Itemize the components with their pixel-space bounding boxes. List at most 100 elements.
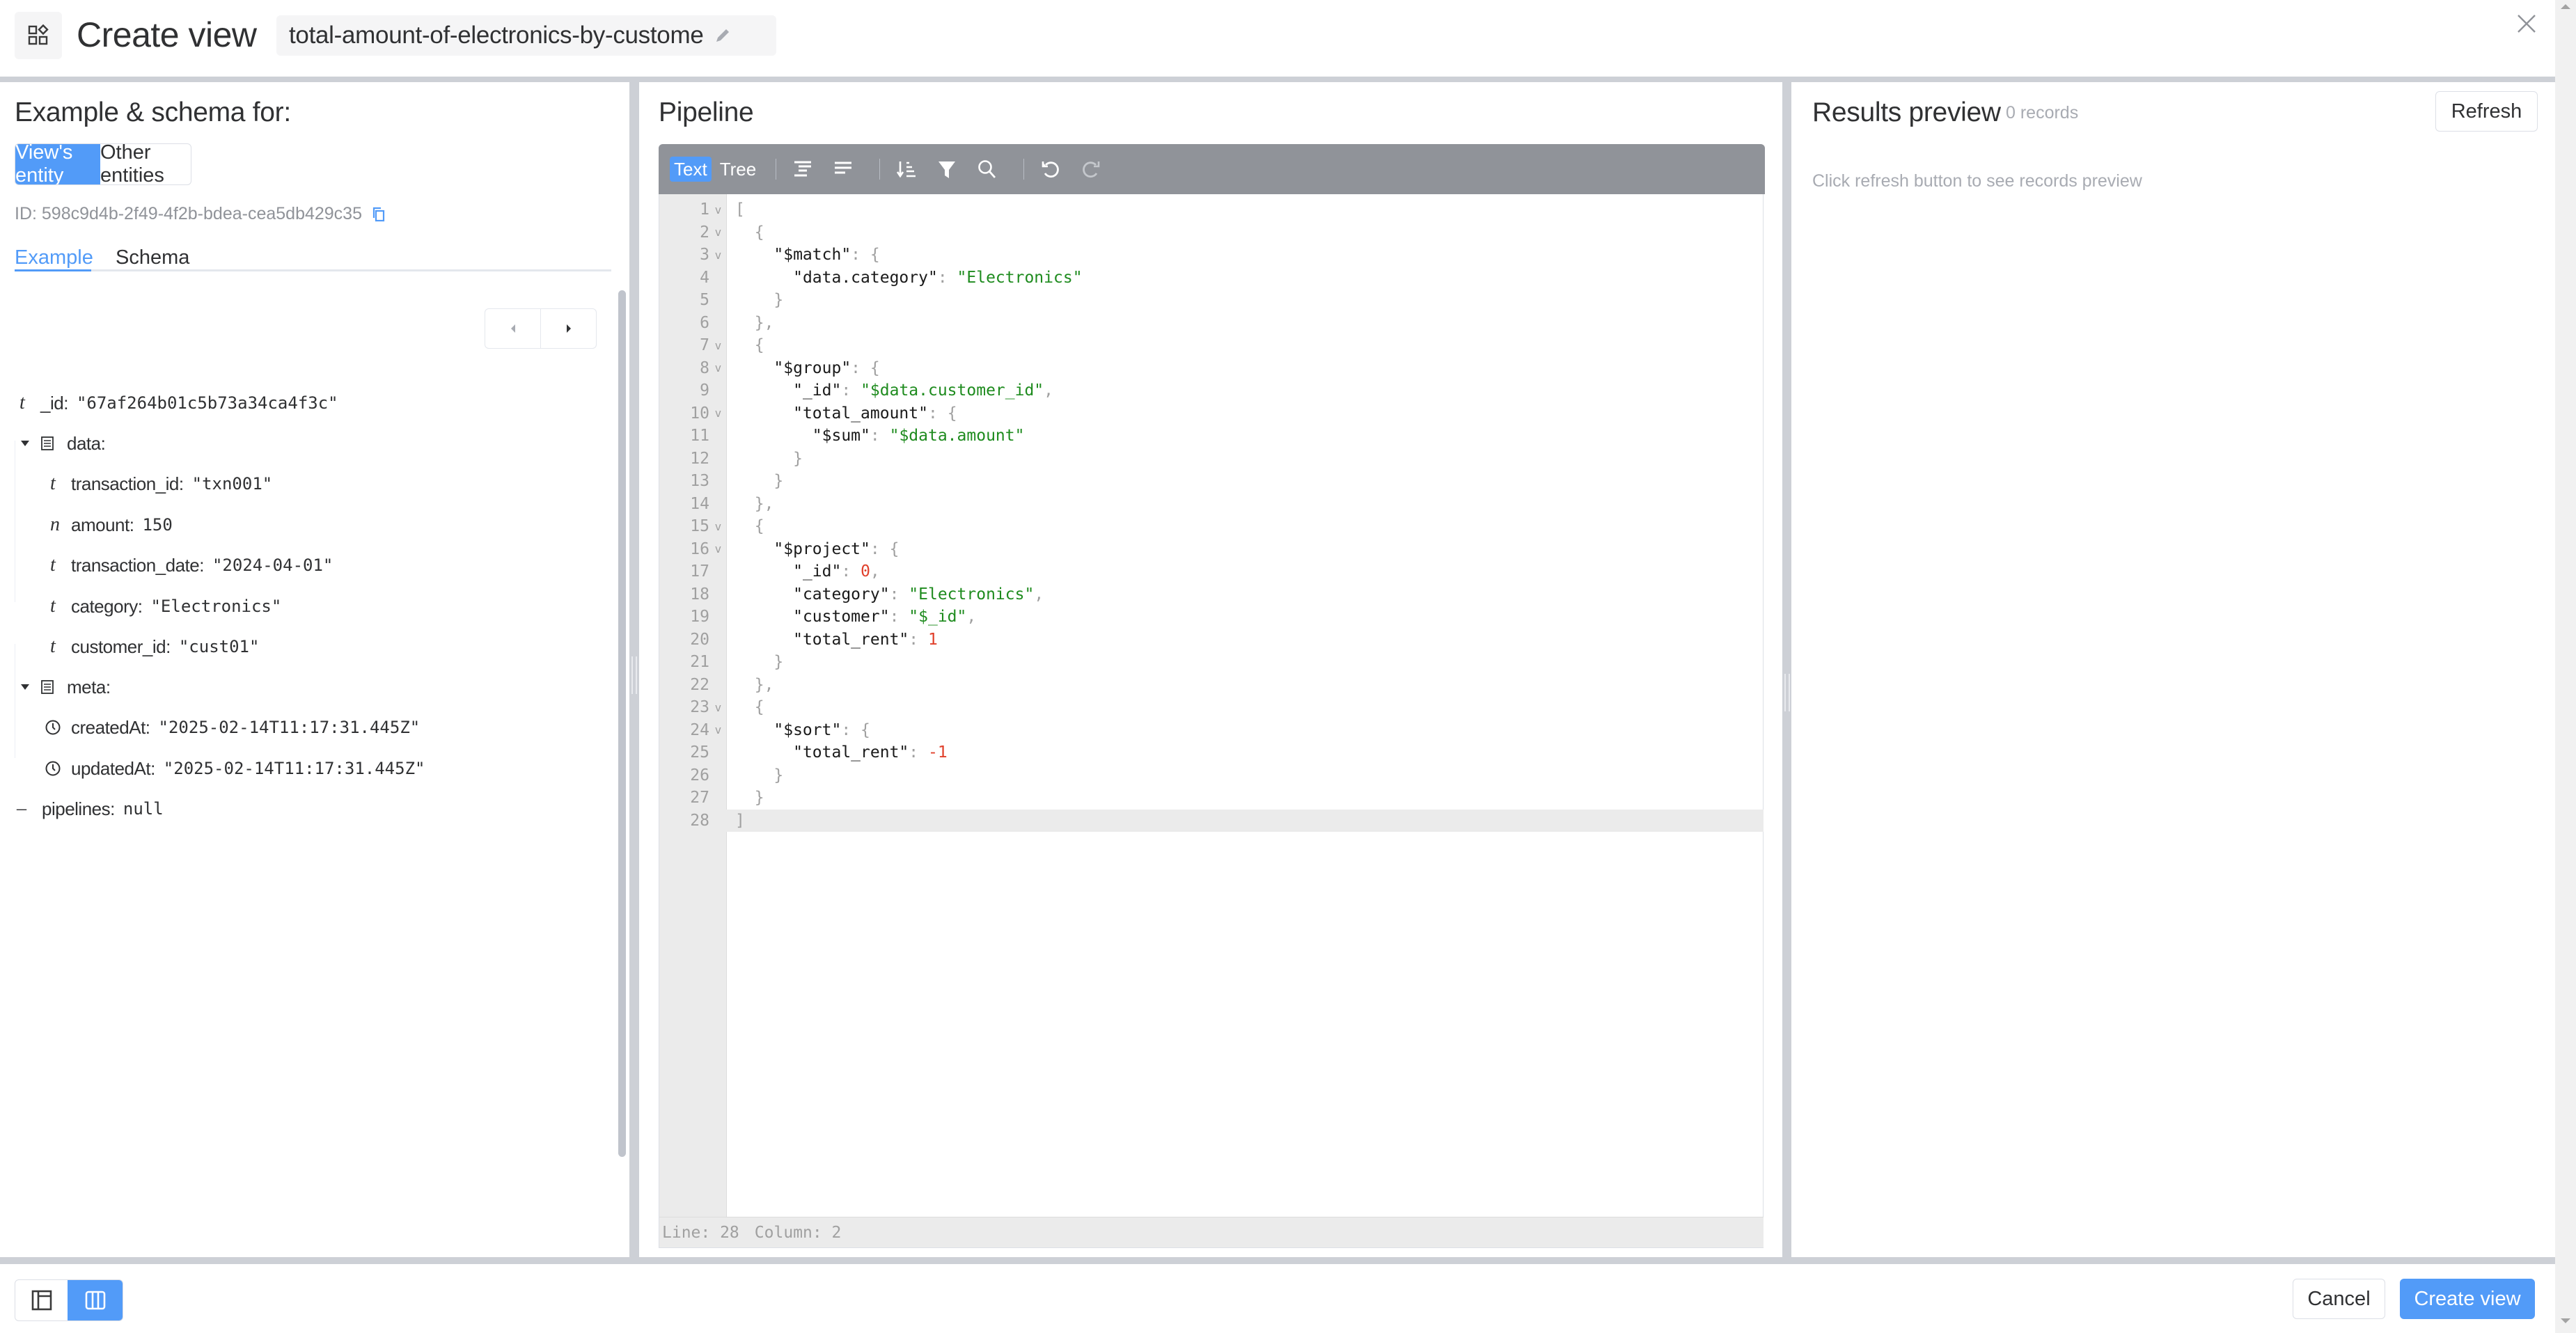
code-text[interactable]: ] [727, 812, 745, 830]
code-line[interactable]: 23 v { [659, 696, 1764, 719]
sort-button[interactable] [891, 154, 922, 184]
code-line[interactable]: 10 v "total_amount": { [659, 402, 1764, 425]
code-line[interactable]: 24 v "$sort": { [659, 719, 1764, 742]
compact-button[interactable] [828, 154, 858, 184]
code-text[interactable]: { [727, 223, 764, 242]
pencil-icon[interactable] [714, 26, 732, 45]
layout-sidebar-button[interactable] [15, 1280, 68, 1320]
code-text[interactable]: } [727, 291, 783, 309]
code-text[interactable]: "$match": { [727, 246, 879, 264]
code-text[interactable]: "_id": "$data.customer_id", [727, 381, 1053, 400]
fold-toggle-icon[interactable]: v [709, 520, 727, 533]
code-text[interactable]: "customer": "$_id", [727, 608, 976, 626]
prev-example-button[interactable] [485, 309, 540, 348]
fold-toggle-icon[interactable]: v [709, 701, 727, 714]
expand-caret-icon[interactable] [19, 439, 40, 448]
tab-example[interactable]: Example [15, 246, 93, 269]
code-text[interactable]: "$group": { [727, 359, 879, 377]
code-text[interactable]: "data.category": "Electronics" [727, 269, 1082, 287]
right-resize-handle[interactable] [1782, 82, 1792, 1257]
undo-button[interactable] [1035, 154, 1066, 184]
code-text[interactable]: } [727, 766, 783, 784]
code-line[interactable]: 2v { [659, 221, 1764, 244]
code-line[interactable]: 25 "total_rent": -1 [659, 741, 1764, 764]
tree-row[interactable]: data: [19, 429, 106, 457]
fold-toggle-icon[interactable]: v [709, 203, 727, 216]
code-line[interactable]: 26 } [659, 764, 1764, 787]
cancel-button[interactable]: Cancel [2293, 1279, 2385, 1319]
code-text[interactable]: }, [727, 314, 774, 332]
code-text[interactable]: }, [727, 676, 774, 694]
code-line[interactable]: 13 } [659, 470, 1764, 493]
code-text[interactable]: [ [727, 200, 745, 219]
code-text[interactable]: "total_rent": 1 [727, 631, 938, 649]
code-text[interactable]: { [727, 698, 764, 716]
code-text[interactable]: "$sort": { [727, 721, 870, 739]
code-line[interactable]: 22 }, [659, 674, 1764, 697]
fold-toggle-icon[interactable]: v [709, 226, 727, 239]
views-entity-option[interactable]: View's entity [15, 144, 100, 184]
code-line[interactable]: 15 v { [659, 515, 1764, 538]
left-panel-scrollbar[interactable] [618, 290, 626, 1157]
code-text[interactable]: "category": "Electronics", [727, 585, 1044, 604]
scroll-up-arrow-icon[interactable] [2561, 4, 2570, 9]
code-line[interactable]: 4 "data.category": "Electronics" [659, 267, 1764, 290]
code-line[interactable]: 8v "$group": { [659, 357, 1764, 380]
view-name-field[interactable]: total-amount-of-electronics-by-custome [276, 15, 776, 56]
scroll-down-arrow-icon[interactable] [2561, 1318, 2570, 1323]
code-text[interactable]: "_id": 0, [727, 562, 880, 581]
code-text[interactable]: }, [727, 495, 774, 513]
code-line[interactable]: 27 } [659, 787, 1764, 810]
code-text[interactable]: } [727, 472, 783, 490]
refresh-button[interactable]: Refresh [2435, 91, 2538, 132]
fold-toggle-icon[interactable]: v [709, 361, 727, 374]
tab-schema[interactable]: Schema [116, 246, 189, 269]
mode-text-button[interactable]: Text [670, 157, 712, 182]
format-button[interactable] [787, 154, 818, 184]
code-text[interactable]: } [727, 789, 764, 807]
code-area[interactable]: 1 v[2 v {3 v "$match": {4 "data.category": … [659, 194, 1764, 1217]
code-text[interactable]: "total_rent": -1 [727, 743, 948, 762]
code-line[interactable]: 21 } [659, 651, 1764, 674]
code-line[interactable]: 11 "$sum": "$data.amount" [659, 425, 1764, 448]
fold-toggle-icon[interactable]: v [709, 723, 727, 736]
layout-columns-button[interactable] [68, 1280, 123, 1320]
other-entities-option[interactable]: Other entities [100, 144, 191, 184]
code-line[interactable]: 18 "category": "Electronics", [659, 583, 1764, 606]
code-line[interactable]: 7v { [659, 334, 1764, 357]
fold-toggle-icon[interactable]: v [709, 339, 727, 352]
code-line[interactable]: 9 "_id": "$data.customer_id", [659, 379, 1764, 402]
copy-icon[interactable] [372, 206, 386, 223]
tree-row[interactable]: meta: [19, 673, 111, 701]
code-line[interactable]: 16 v "$project": { [659, 538, 1764, 561]
next-example-button[interactable] [540, 309, 596, 348]
code-text[interactable]: { [727, 517, 764, 535]
view-name-value[interactable]: total-amount-of-electronics-by-custome [289, 22, 704, 49]
code-line[interactable]: 12 } [659, 448, 1764, 471]
code-text[interactable]: "total_amount": { [727, 404, 957, 423]
expand-caret-icon[interactable] [19, 683, 40, 691]
code-line[interactable]: 17 "_id": 0, [659, 560, 1764, 583]
mode-tree-button[interactable]: Tree [716, 157, 761, 182]
redo-button[interactable] [1076, 154, 1106, 184]
code-line[interactable]: 6 }, [659, 312, 1764, 335]
search-button[interactable] [972, 154, 1003, 184]
left-resize-handle[interactable] [629, 82, 639, 1257]
code-text[interactable]: { [727, 336, 764, 354]
page-scrollbar[interactable] [2555, 0, 2576, 1333]
close-icon[interactable] [2516, 13, 2537, 34]
create-view-button[interactable]: Create view [2400, 1279, 2535, 1319]
code-line[interactable]: 19 "customer": "$_id", [659, 606, 1764, 629]
filter-button[interactable] [932, 154, 962, 184]
fold-toggle-icon[interactable]: v [709, 407, 727, 420]
fold-toggle-icon[interactable]: v [709, 249, 727, 262]
code-line[interactable]: 5 } [659, 289, 1764, 312]
code-line[interactable]: 20 "total_rent": 1 [659, 629, 1764, 652]
code-line[interactable]: 1 v[ [659, 198, 1764, 221]
close-button[interactable] [2515, 12, 2538, 36]
code-text[interactable]: "$project": { [727, 540, 899, 558]
code-text[interactable]: } [727, 450, 803, 468]
fold-toggle-icon[interactable]: v [709, 542, 727, 555]
code-text[interactable]: } [727, 653, 783, 671]
code-line[interactable]: 3v "$match": { [659, 244, 1764, 267]
